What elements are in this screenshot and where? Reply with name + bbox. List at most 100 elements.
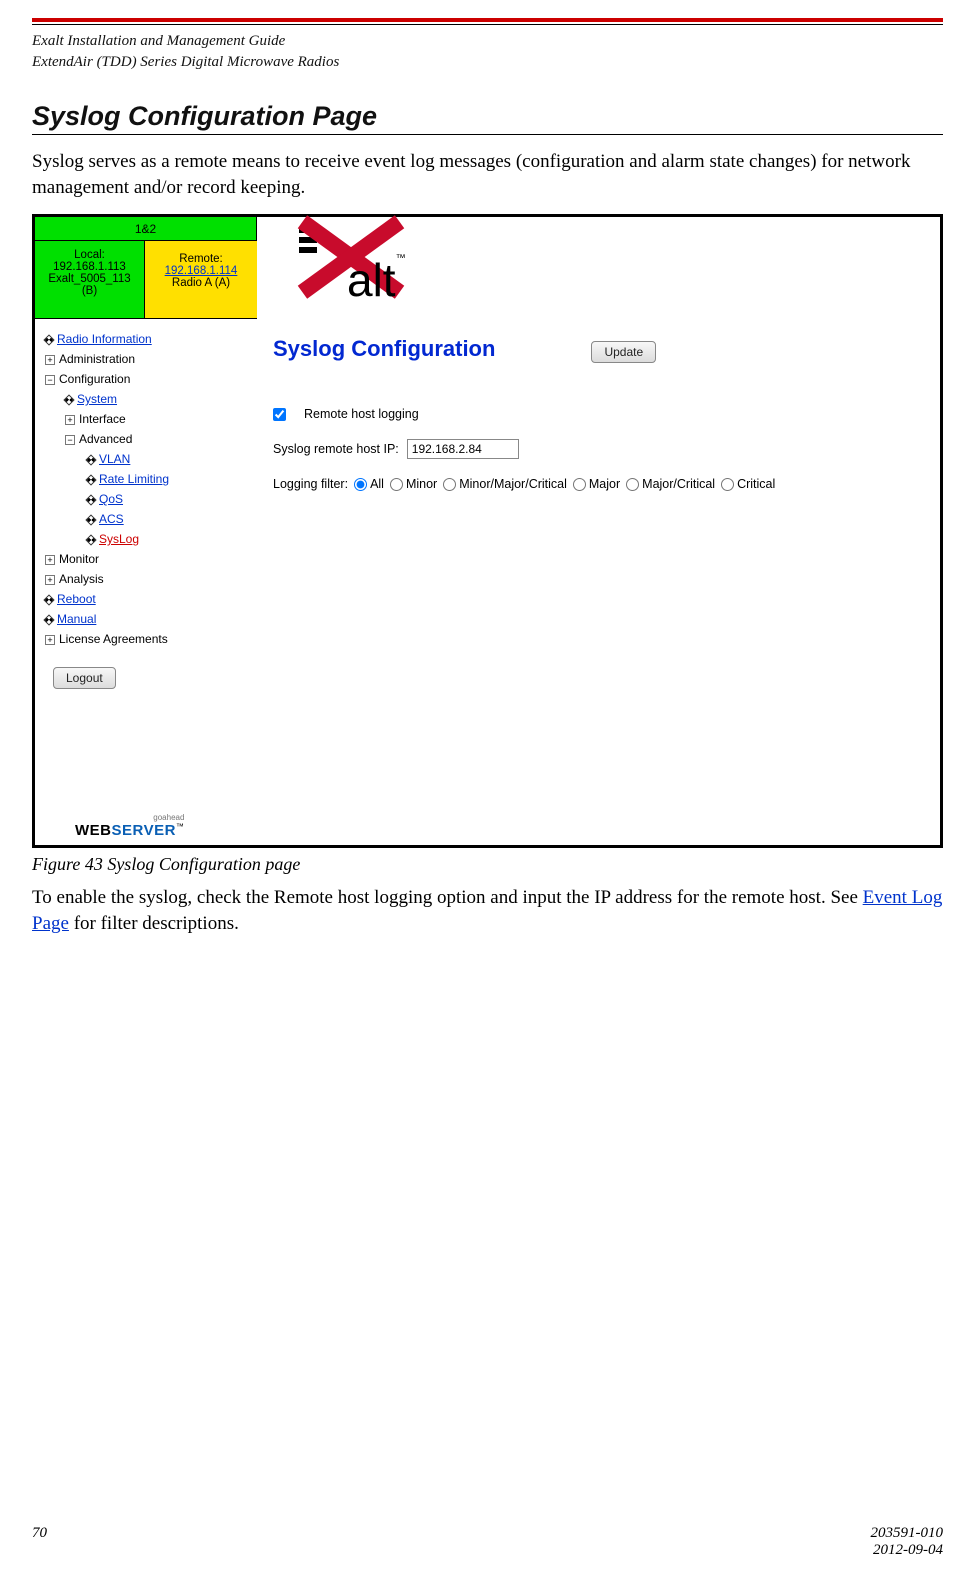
intro-paragraph: Syslog serves as a remote means to recei… xyxy=(32,149,943,200)
syslog-form: Remote host logging Syslog remote host I… xyxy=(267,363,940,495)
expand-icon[interactable]: + xyxy=(65,415,75,425)
exalt-logo: alt™ xyxy=(287,213,507,333)
nav-advanced-label: Advanced xyxy=(79,432,132,446)
logging-filter-group: All Minor Minor/Major/Critical Major Maj… xyxy=(354,477,775,491)
figure-caption: Figure 43 Syslog Configuration page xyxy=(32,854,943,875)
nav-qos-label: QoS xyxy=(99,492,123,506)
nav-monitor[interactable]: + Monitor xyxy=(43,549,251,569)
filter-mmc-label: Minor/Major/Critical xyxy=(459,477,567,491)
filter-mc-label: Major/Critical xyxy=(642,477,715,491)
doc-header-line2: ExtendAir (TDD) Series Digital Microwave… xyxy=(32,52,943,73)
filter-critical[interactable]: Critical xyxy=(721,477,775,491)
main-pane: alt™ Syslog Configuration Update Remote … xyxy=(267,217,940,845)
sidebar-tab-1and2[interactable]: 1&2 xyxy=(35,217,257,241)
filter-minor-radio[interactable] xyxy=(390,478,403,491)
nav-acs-label: ACS xyxy=(99,512,124,526)
remote-ip-link[interactable]: 192.168.1.114 xyxy=(145,265,257,277)
webserver-logo: goahead WEBSERVER™ xyxy=(75,813,184,839)
nav-manual[interactable]: Manual xyxy=(43,609,251,629)
nav-vlan[interactable]: VLAN xyxy=(43,449,251,469)
server-text: SERVER xyxy=(112,822,176,839)
nav-manual-label: Manual xyxy=(57,612,96,626)
section-title: Syslog Configuration Page xyxy=(32,101,943,132)
bullet-icon xyxy=(85,454,96,465)
local-label: Local: xyxy=(35,249,144,261)
remote-host-ip-label: Syslog remote host IP: xyxy=(273,442,399,456)
post-figure-paragraph: To enable the syslog, check the Remote h… xyxy=(32,885,943,936)
doc-id: 203591-010 xyxy=(871,1525,944,1542)
bullet-icon xyxy=(85,494,96,505)
expand-icon[interactable]: + xyxy=(45,635,55,645)
remote-host-logging-checkbox[interactable] xyxy=(273,408,286,421)
nav-system[interactable]: System xyxy=(43,389,251,409)
nav-configuration-label: Configuration xyxy=(59,372,130,386)
bullet-icon xyxy=(43,594,54,605)
bullet-icon xyxy=(85,514,96,525)
local-suffix: (B) xyxy=(35,285,144,297)
nav-syslog[interactable]: SysLog xyxy=(43,529,251,549)
nav-radio-information[interactable]: Radio Information xyxy=(43,329,251,349)
nav-syslog-label: SysLog xyxy=(99,532,139,546)
filter-major-critical[interactable]: Major/Critical xyxy=(626,477,715,491)
filter-major-radio[interactable] xyxy=(573,478,586,491)
panel-title: Syslog Configuration xyxy=(267,336,495,362)
bullet-icon xyxy=(85,474,96,485)
post-fig-pre: To enable the syslog, check the Remote h… xyxy=(32,887,863,908)
remote-host-logging-label: Remote host logging xyxy=(304,407,419,421)
nav-administration[interactable]: +Administration xyxy=(43,349,251,369)
nav-analysis[interactable]: +Analysis xyxy=(43,569,251,589)
bullet-icon xyxy=(43,614,54,625)
nav-interface[interactable]: + Interface xyxy=(43,409,251,429)
expand-icon[interactable]: + xyxy=(45,555,55,565)
nav-rate-limiting-label: Rate Limiting xyxy=(99,472,169,486)
filter-minor-major-critical[interactable]: Minor/Major/Critical xyxy=(443,477,567,491)
expand-icon[interactable]: + xyxy=(45,355,55,365)
nav-advanced[interactable]: −Advanced xyxy=(43,429,251,449)
filter-major[interactable]: Major xyxy=(573,477,620,491)
nav-license-label: License Agreements xyxy=(59,632,168,646)
collapse-icon[interactable]: − xyxy=(65,435,75,445)
remote-name: Radio A (A) xyxy=(145,277,257,289)
update-button[interactable]: Update xyxy=(591,341,656,363)
header-rule-thin xyxy=(32,24,943,25)
bullet-icon xyxy=(85,534,96,545)
nav-rate-limiting[interactable]: Rate Limiting xyxy=(43,469,251,489)
screenshot: 1&2 Local: 192.168.1.113 Exalt_5005_113 … xyxy=(32,214,943,848)
header-rule-red xyxy=(32,18,943,22)
sidebar: 1&2 Local: 192.168.1.113 Exalt_5005_113 … xyxy=(35,217,257,845)
sidebar-local-cell[interactable]: Local: 192.168.1.113 Exalt_5005_113 (B) xyxy=(35,241,145,319)
collapse-icon[interactable]: − xyxy=(45,375,55,385)
page-footer: 70 203591-010 2012-09-04 xyxy=(32,1525,943,1559)
filter-minor-label: Minor xyxy=(406,477,437,491)
bullet-icon xyxy=(63,394,74,405)
remote-host-ip-input[interactable] xyxy=(407,439,519,459)
remote-label: Remote: xyxy=(145,253,257,265)
doc-date: 2012-09-04 xyxy=(871,1542,944,1559)
nav-interface-label: Interface xyxy=(79,412,126,426)
expand-icon[interactable]: + xyxy=(45,575,55,585)
filter-all[interactable]: All xyxy=(354,477,384,491)
filter-mc-radio[interactable] xyxy=(626,478,639,491)
nav-monitor-label: Monitor xyxy=(59,552,99,566)
filter-all-label: All xyxy=(370,477,384,491)
filter-critical-radio[interactable] xyxy=(721,478,734,491)
filter-all-radio[interactable] xyxy=(354,478,367,491)
tm-icon: ™ xyxy=(176,822,185,831)
page-number: 70 xyxy=(32,1525,47,1559)
filter-critical-label: Critical xyxy=(737,477,775,491)
nav-acs[interactable]: ACS xyxy=(43,509,251,529)
filter-minor[interactable]: Minor xyxy=(390,477,437,491)
section-title-underline xyxy=(32,134,943,135)
local-ip: 192.168.1.113 xyxy=(35,261,144,273)
sidebar-remote-cell[interactable]: Remote: 192.168.1.114 Radio A (A) xyxy=(145,241,257,319)
logout-button[interactable]: Logout xyxy=(53,667,116,689)
logo-text: alt™ xyxy=(347,253,406,307)
nav-vlan-label: VLAN xyxy=(99,452,130,466)
nav-license[interactable]: + License Agreements xyxy=(43,629,251,649)
filter-mmc-radio[interactable] xyxy=(443,478,456,491)
nav-qos[interactable]: QoS xyxy=(43,489,251,509)
post-fig-post: for filter descriptions. xyxy=(69,913,239,934)
bullet-icon xyxy=(43,334,54,345)
nav-reboot[interactable]: Reboot xyxy=(43,589,251,609)
nav-configuration[interactable]: −Configuration xyxy=(43,369,251,389)
